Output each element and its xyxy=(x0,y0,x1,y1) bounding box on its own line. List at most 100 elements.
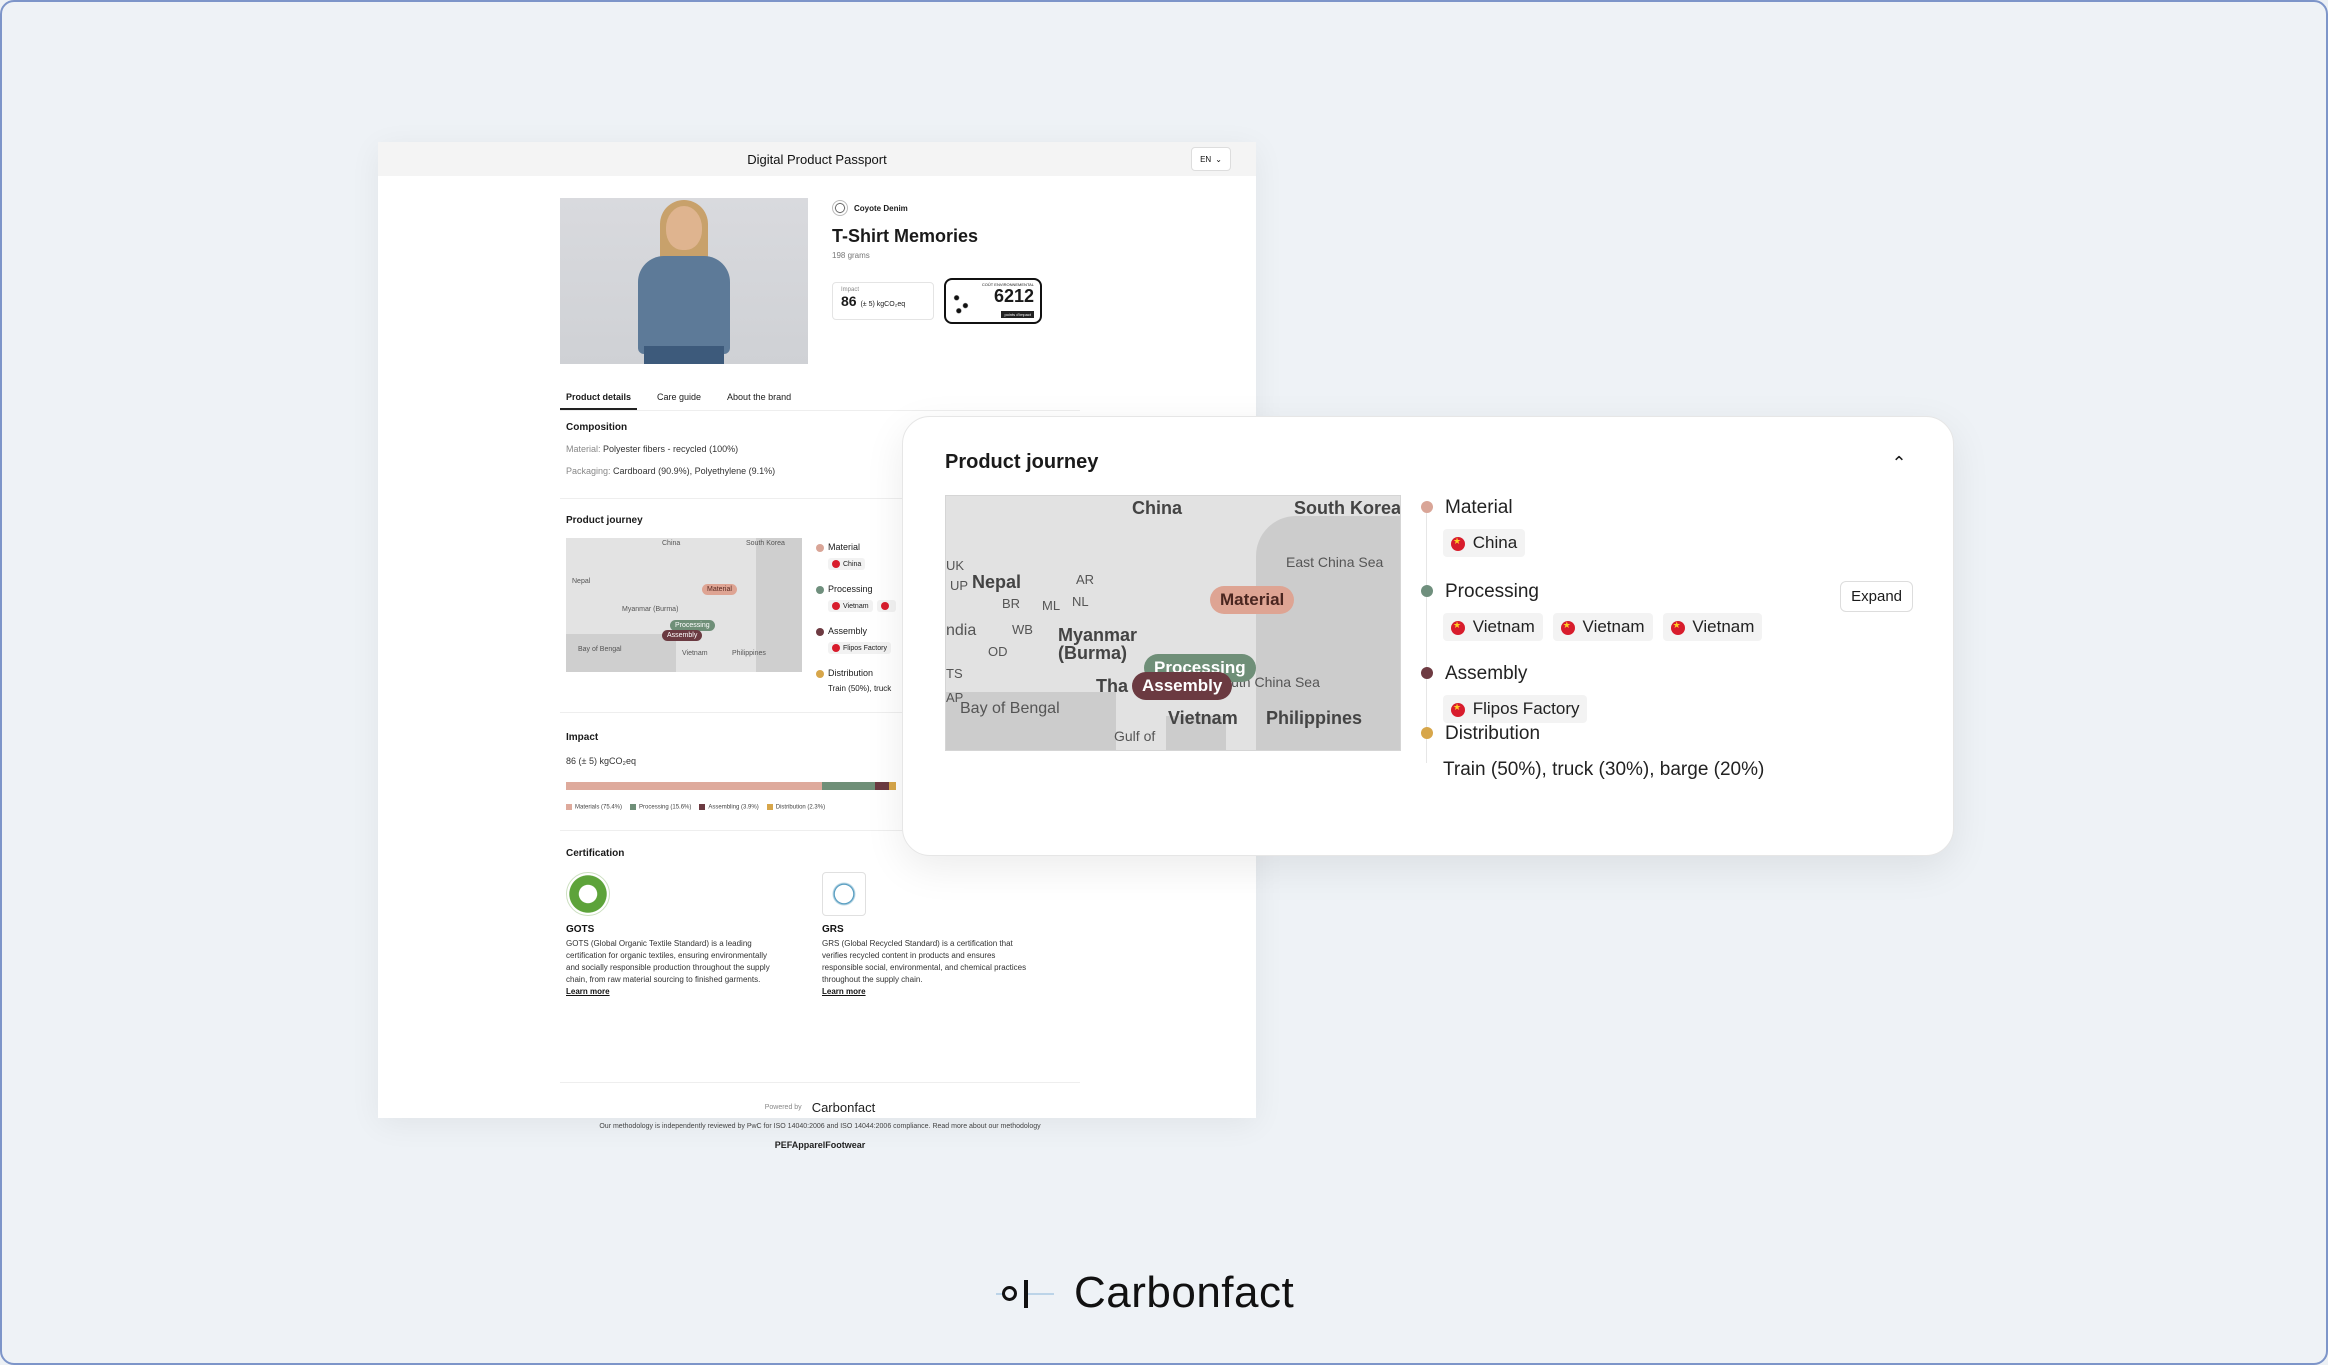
carbonfact-logo: Carbonfact xyxy=(996,1268,1294,1318)
mini-stage-distribution: Distribution xyxy=(828,668,874,678)
language-select[interactable]: EN ⌄ xyxy=(1191,147,1231,171)
map-label-vietnam: Vietnam xyxy=(682,650,708,657)
map-label-india: ndia xyxy=(946,622,977,639)
map-label-nepal: Nepal xyxy=(572,578,591,585)
dpp-tabs: Product details Care guide About the bra… xyxy=(560,388,797,410)
cert-gots: GOTS GOTS (Global Organic Textile Standa… xyxy=(566,872,776,998)
certification-title: Certification xyxy=(566,848,625,859)
dpp-footer: Powered by Carbonfact Our methodology is … xyxy=(560,1100,1080,1150)
distribution-breakdown: Train (50%), truck (30%), barge (20%) xyxy=(1443,759,1765,780)
brand-name: Coyote Denim xyxy=(854,203,908,213)
chip-vietnam-1: Vietnam xyxy=(1443,613,1543,641)
expand-button[interactable]: Expand xyxy=(1840,581,1913,612)
map-label-br: BR xyxy=(1002,596,1021,611)
mini-stage-processing: Processing xyxy=(828,584,873,594)
stage-distribution: Distribution xyxy=(1421,723,1540,745)
map-pin-material[interactable]: Material xyxy=(1210,586,1295,614)
methodology-note[interactable]: Our methodology is independently reviewe… xyxy=(560,1123,1080,1130)
map-pin-assembly[interactable]: Assembly xyxy=(1132,672,1233,700)
map-label-gulf: Gulf of xyxy=(1114,728,1156,744)
mini-chip-factory: Flipos Factory xyxy=(843,645,887,652)
map-label-east-china-sea: East China Sea xyxy=(1286,554,1384,570)
score-dots-icon xyxy=(950,290,972,316)
map-label-od: OD xyxy=(988,644,1008,659)
mini-stage-assembly: Assembly xyxy=(828,626,868,636)
cert-grs: GRS GRS (Global Recycled Standard) is a … xyxy=(822,872,1032,998)
map-label-philippines: Philippines xyxy=(732,650,766,657)
material-key: Material: xyxy=(566,444,601,454)
grs-logo-icon xyxy=(822,872,866,916)
product-title: T-Shirt Memories xyxy=(832,226,979,246)
map-label-china: China xyxy=(662,540,681,547)
chevron-up-icon[interactable]: ⌃ xyxy=(1887,451,1911,475)
cert-grs-name: GRS xyxy=(822,924,844,935)
map-label-ar: AR xyxy=(1076,572,1095,587)
powered-by-label: Powered by xyxy=(764,1104,802,1111)
map-pin-material[interactable]: Material xyxy=(702,584,737,595)
product-journey-card: Product journey ⌃ China South Korea East… xyxy=(902,416,1954,856)
map-pin-assembly[interactable]: Assembly xyxy=(662,630,703,641)
mini-chip-vietnam: Vietnam xyxy=(843,603,869,610)
map-label-south-korea: South Korea xyxy=(746,540,785,547)
cert-gots-learn-more[interactable]: Learn more xyxy=(566,986,776,998)
brand-row[interactable]: Coyote Denim xyxy=(832,200,908,216)
legend-distribution: Distribution (2.3%) xyxy=(775,804,826,811)
journey-title-small: Product journey xyxy=(566,515,643,526)
map-label-uk: UK xyxy=(946,558,965,573)
carbonfact-mark-icon xyxy=(996,1278,1062,1308)
material-line: Material: Polyester fibers - recycled (1… xyxy=(566,444,738,454)
mini-chip-china: China xyxy=(843,561,862,568)
chip-flipos-factory-label: Flipos Factory xyxy=(1472,699,1580,718)
cert-gots-desc: GOTS (Global Organic Textile Standard) i… xyxy=(566,939,770,984)
score-tag: points d'impact xyxy=(1001,311,1034,318)
map-label-wb: WB xyxy=(1012,622,1033,637)
impact-bar-assembling xyxy=(875,782,889,790)
legend-materials: Materials (75.4%) xyxy=(575,804,623,811)
journey-map[interactable]: China South Korea East China Sea UK UP N… xyxy=(945,495,1401,751)
chip-vietnam-3-label: Vietnam xyxy=(1692,617,1755,636)
gots-logo-icon xyxy=(566,872,610,916)
product-weight: 198 grams xyxy=(832,251,870,260)
mini-stage-material: Material xyxy=(828,542,861,552)
impact-bar-processing xyxy=(822,782,876,790)
composition-title: Composition xyxy=(566,422,628,433)
stage-assembly: Assembly Flipos Factory xyxy=(1421,663,1588,723)
mini-journey-map[interactable]: China South Korea Nepal Myanmar (Burma) … xyxy=(566,538,802,672)
environmental-score-badge: COÛT ENVIRONNEMENTAL 6212 points d'impac… xyxy=(944,278,1042,324)
chip-vietnam-2: Vietnam xyxy=(1552,613,1653,641)
stage-material-name: Material xyxy=(1445,497,1513,518)
impact-bar-distribution xyxy=(888,782,897,790)
tab-product-details[interactable]: Product details xyxy=(560,388,638,410)
map-label-ml: ML xyxy=(1042,598,1061,613)
impact-unit: (± 5) kgCO₂eq xyxy=(860,301,906,308)
legend-processing: Processing (15.6%) xyxy=(639,804,692,811)
journey-stage-list: Material China Processing Vietnam Vietna… xyxy=(1421,497,1921,817)
chip-vietnam-2-label: Vietnam xyxy=(1582,617,1645,636)
impact-summary: Impact 86 (± 5) kgCO₂eq xyxy=(832,282,934,320)
impact-bar-materials xyxy=(566,782,823,790)
map-label-nl: NL xyxy=(1072,594,1089,609)
map-label-up: UP xyxy=(950,578,969,593)
map-label-ts: TS xyxy=(946,666,963,681)
cert-grs-desc: GRS (Global Recycled Standard) is a cert… xyxy=(822,939,1027,984)
stage-distribution-name: Distribution xyxy=(1445,723,1541,744)
packaging-line: Packaging: Cardboard (90.9%), Polyethyle… xyxy=(566,466,775,476)
presentation-frame: Digital Product Passport EN ⌄ Coyote Deni… xyxy=(0,0,2328,1365)
cert-gots-name: GOTS xyxy=(566,924,595,935)
pef-logo: PEFApparelFootwear xyxy=(774,1140,866,1150)
stage-assembly-name: Assembly xyxy=(1445,663,1528,684)
map-label-bay-of-bengal: Bay of Bengal xyxy=(960,700,1060,717)
score-value: 6212 xyxy=(993,286,1034,306)
map-label-nepal: Nepal xyxy=(972,572,1022,592)
packaging-key: Packaging: xyxy=(566,466,611,476)
map-label-thailand: Tha xyxy=(1096,676,1129,696)
dpp-header: Digital Product Passport EN ⌄ xyxy=(378,142,1256,176)
footer-carbonfact-logo[interactable]: Carbonfact xyxy=(812,1100,876,1115)
brand-logo-icon xyxy=(832,200,848,216)
map-label-south-korea: South Korea xyxy=(1294,498,1401,518)
cert-grs-learn-more[interactable]: Learn more xyxy=(822,986,1032,998)
chip-vietnam-3: Vietnam xyxy=(1662,613,1763,641)
tab-care-guide[interactable]: Care guide xyxy=(651,388,707,410)
impact-value: 86 xyxy=(841,293,857,309)
tab-about-brand[interactable]: About the brand xyxy=(721,388,797,410)
